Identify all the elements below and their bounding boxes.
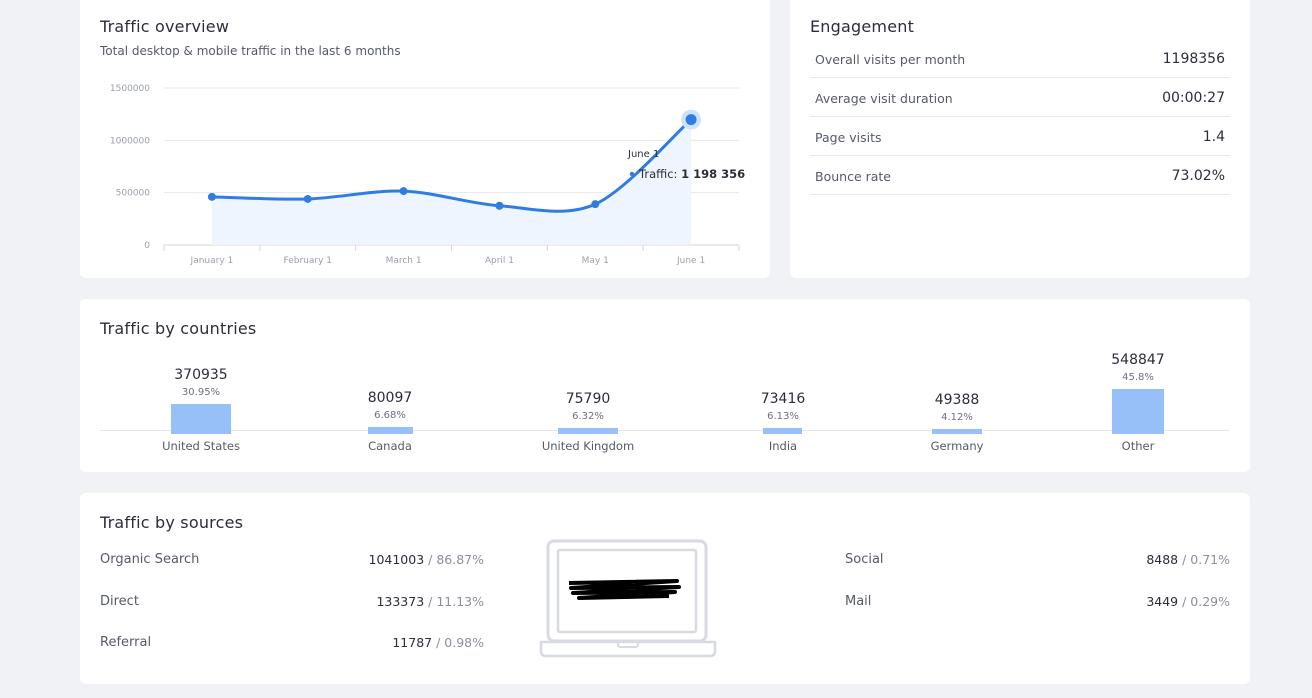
traffic-line-chart[interactable]: 1500000 1000000 500000 0 January 1 February …	[80, 0, 770, 278]
y-tick-label: 0	[144, 241, 150, 251]
engagement-row-bounce-rate: Bounce rate 73.02%	[810, 156, 1230, 195]
country-name: United Kingdom	[541, 439, 635, 453]
engagement-value: 73.02%	[1171, 168, 1225, 184]
country-value: 73416	[760, 391, 806, 407]
country-name: Germany	[930, 439, 984, 453]
y-tick-label: 1000000	[110, 136, 150, 146]
country-name: United States	[162, 439, 240, 453]
country-bar[interactable]	[1112, 389, 1164, 434]
source-row-organic-search: Organic Search 1041003 / 86.87%	[100, 552, 484, 572]
country-bar[interactable]	[763, 428, 802, 434]
country-percent: 4.12%	[941, 412, 973, 423]
country-name: Canada	[368, 439, 412, 453]
engagement-label: Overall visits per month	[815, 52, 966, 67]
source-label: Referral	[100, 635, 152, 650]
source-count: 133373	[376, 594, 425, 609]
tooltip-bullet-icon	[629, 171, 635, 177]
engagement-value: 1.4	[1202, 129, 1225, 145]
country-percent: 6.13%	[767, 411, 799, 422]
country-bar[interactable]	[932, 429, 982, 434]
traffic-by-sources-card: Traffic by sources Organic Search 104100…	[80, 493, 1250, 684]
engagement-row-duration: Average visit duration 00:00:27	[810, 78, 1230, 117]
source-value: 11787 / 0.98%	[392, 635, 484, 650]
engagement-value: 1198356	[1162, 51, 1225, 67]
source-percent: / 0.71%	[1178, 552, 1230, 567]
source-value: 8488 / 0.71%	[1146, 552, 1230, 567]
sources-title: Traffic by sources	[100, 513, 244, 532]
country-percent: 45.8%	[1122, 372, 1154, 383]
source-row-direct: Direct 133373 / 11.13%	[100, 594, 484, 614]
tooltip-label: Traffic:	[638, 167, 677, 181]
engagement-row-page-visits: Page visits 1.4	[810, 117, 1230, 156]
redaction-scribble	[568, 579, 681, 600]
country-value: 49388	[934, 392, 980, 408]
engagement-title: Engagement	[810, 17, 915, 36]
source-label: Organic Search	[100, 552, 200, 567]
source-percent: / 86.87%	[424, 552, 484, 567]
y-tick-label: 500000	[116, 189, 151, 199]
data-point[interactable]	[207, 192, 216, 201]
tooltip-value: 1 198 356	[681, 167, 745, 181]
source-row-social: Social 8488 / 0.71%	[845, 552, 1230, 572]
source-label: Social	[845, 552, 884, 567]
source-percent: / 11.13%	[424, 594, 484, 609]
tooltip-text: Traffic: 1 198 356	[638, 167, 745, 181]
traffic-area	[211, 119, 692, 245]
engagement-row-visits: Overall visits per month 1198356	[810, 39, 1230, 78]
x-tick-label: January 1	[190, 256, 234, 266]
source-value: 133373 / 11.13%	[376, 594, 484, 609]
country-percent: 30.95%	[181, 387, 221, 398]
source-value: 3449 / 0.29%	[1146, 594, 1230, 609]
engagement-label: Bounce rate	[815, 169, 891, 184]
x-tick-label: June 1	[676, 256, 705, 266]
data-point[interactable]	[591, 200, 600, 209]
source-label: Mail	[845, 594, 872, 609]
tooltip-date: June 1	[627, 149, 659, 160]
traffic-by-countries-card: Traffic by countries 370935 30.95% Unite…	[80, 299, 1250, 472]
source-row-referral: Referral 11787 / 0.98%	[100, 635, 484, 655]
country-percent: 6.32%	[572, 411, 604, 422]
country-bar[interactable]	[558, 428, 618, 434]
engagement-label: Average visit duration	[815, 91, 953, 106]
country-percent: 6.68%	[374, 410, 406, 421]
source-label: Direct	[100, 594, 139, 609]
engagement-card: Engagement Overall visits per month 1198…	[790, 0, 1250, 278]
country-name: Other	[1121, 439, 1155, 453]
data-point[interactable]	[303, 194, 312, 203]
x-tick-label: February 1	[284, 256, 332, 266]
x-tick-label: April 1	[485, 256, 514, 266]
engagement-label: Page visits	[815, 130, 882, 145]
y-tick-label: 1500000	[110, 84, 150, 94]
source-percent: / 0.98%	[432, 635, 484, 650]
x-tick-label: March 1	[386, 256, 422, 266]
source-value: 1041003 / 86.87%	[369, 552, 485, 567]
source-count: 1041003	[368, 552, 425, 567]
source-count: 3449	[1146, 594, 1179, 609]
country-value: 548847	[1111, 352, 1165, 368]
source-percent: / 0.29%	[1178, 594, 1230, 609]
traffic-overview-card: Traffic overview Total desktop & mobile …	[80, 0, 770, 278]
data-point[interactable]	[399, 187, 408, 196]
source-row-mail: Mail 3449 / 0.29%	[845, 594, 1230, 614]
country-bar[interactable]	[171, 404, 231, 434]
country-name: India	[768, 439, 798, 453]
source-count: 11787	[392, 635, 433, 650]
source-count: 8488	[1146, 552, 1179, 567]
countries-baseline	[100, 430, 1230, 431]
x-tick-label: May 1	[582, 256, 609, 266]
data-point[interactable]	[495, 201, 504, 210]
country-value: 75790	[565, 391, 611, 407]
laptop-icon	[539, 539, 717, 658]
data-point[interactable]	[685, 114, 697, 126]
countries-title: Traffic by countries	[100, 319, 257, 338]
country-value: 370935	[174, 367, 228, 383]
country-value: 80097	[367, 390, 413, 406]
country-bar[interactable]	[368, 427, 413, 434]
engagement-value: 00:00:27	[1162, 90, 1225, 106]
